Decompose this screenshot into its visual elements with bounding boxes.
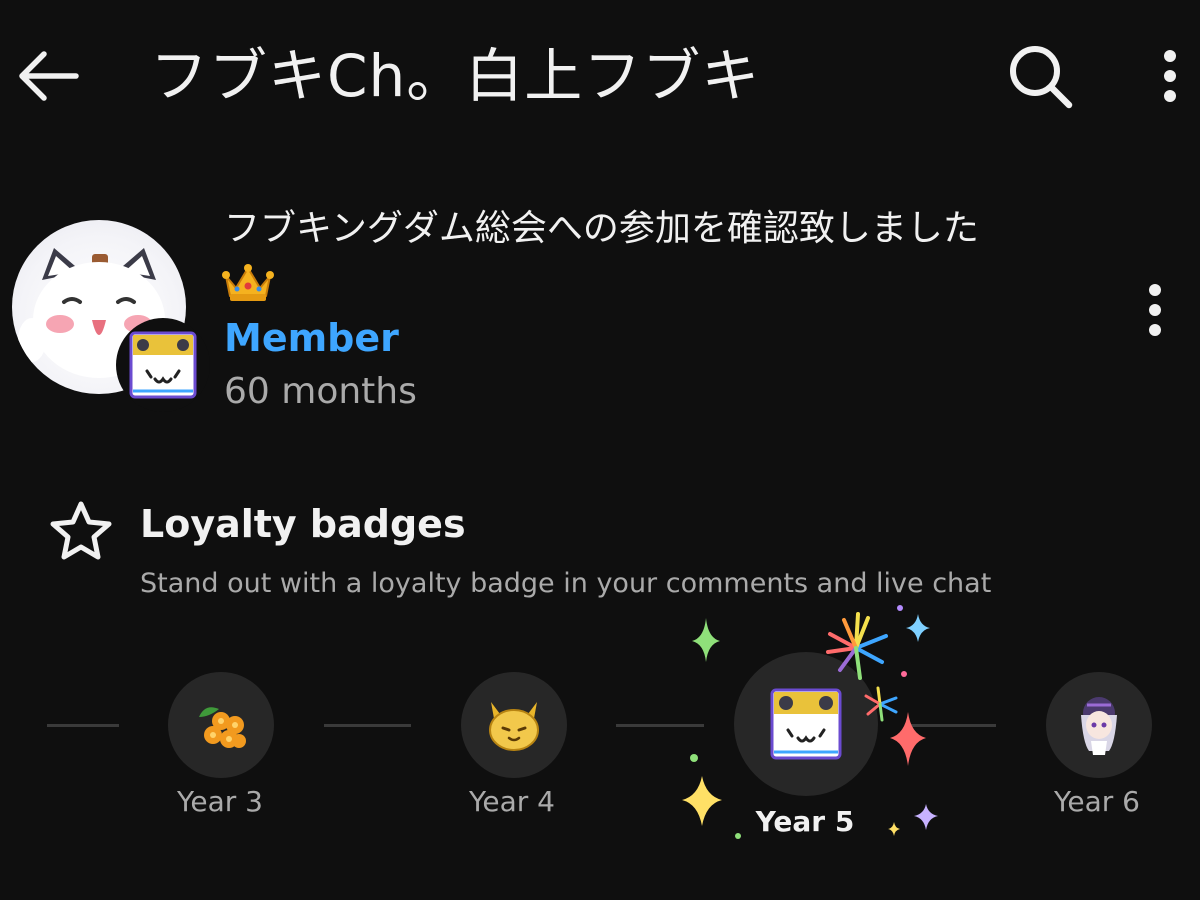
badge-year-3[interactable] <box>168 672 274 778</box>
more-vert-icon <box>1149 284 1161 336</box>
timeline-connector <box>47 724 119 727</box>
badge-year-4-label: Year 4 <box>469 785 555 818</box>
badge-year-4[interactable] <box>461 672 567 778</box>
loyalty-subtitle: Stand out with a loyalty badge in your c… <box>140 568 992 599</box>
membership-label: Member <box>224 316 399 360</box>
badge-year-6[interactable] <box>1046 672 1152 778</box>
sparkles-decoration-icon <box>682 605 938 839</box>
badge-year-3-label: Year 3 <box>177 785 263 818</box>
crown-icon <box>222 262 274 304</box>
more-options-button[interactable] <box>1146 44 1194 108</box>
membership-duration: 60 months <box>224 371 417 412</box>
timeline-connector <box>324 724 411 727</box>
back-button[interactable] <box>14 45 84 107</box>
orange-flowers-badge-icon <box>199 707 246 748</box>
more-vert-icon <box>1164 50 1176 102</box>
comment-text: フブキングダム総会への参加を確認致しました <box>224 208 979 249</box>
star-outline-icon <box>48 500 114 562</box>
badge-year-6-label: Year 6 <box>1054 785 1140 818</box>
search-button[interactable] <box>1004 40 1076 112</box>
chibi-character-badge-icon <box>1081 697 1117 755</box>
membership-badge <box>116 318 210 412</box>
comment-more-button[interactable] <box>1132 278 1178 342</box>
arrow-left-icon <box>19 51 79 101</box>
fox-face-badge-icon <box>129 331 197 399</box>
golden-fox-badge-icon <box>489 702 539 751</box>
search-icon <box>1010 46 1073 109</box>
loyalty-title: Loyalty badges <box>140 502 466 546</box>
channel-title: フブキCh。白上フブキ <box>150 42 761 110</box>
